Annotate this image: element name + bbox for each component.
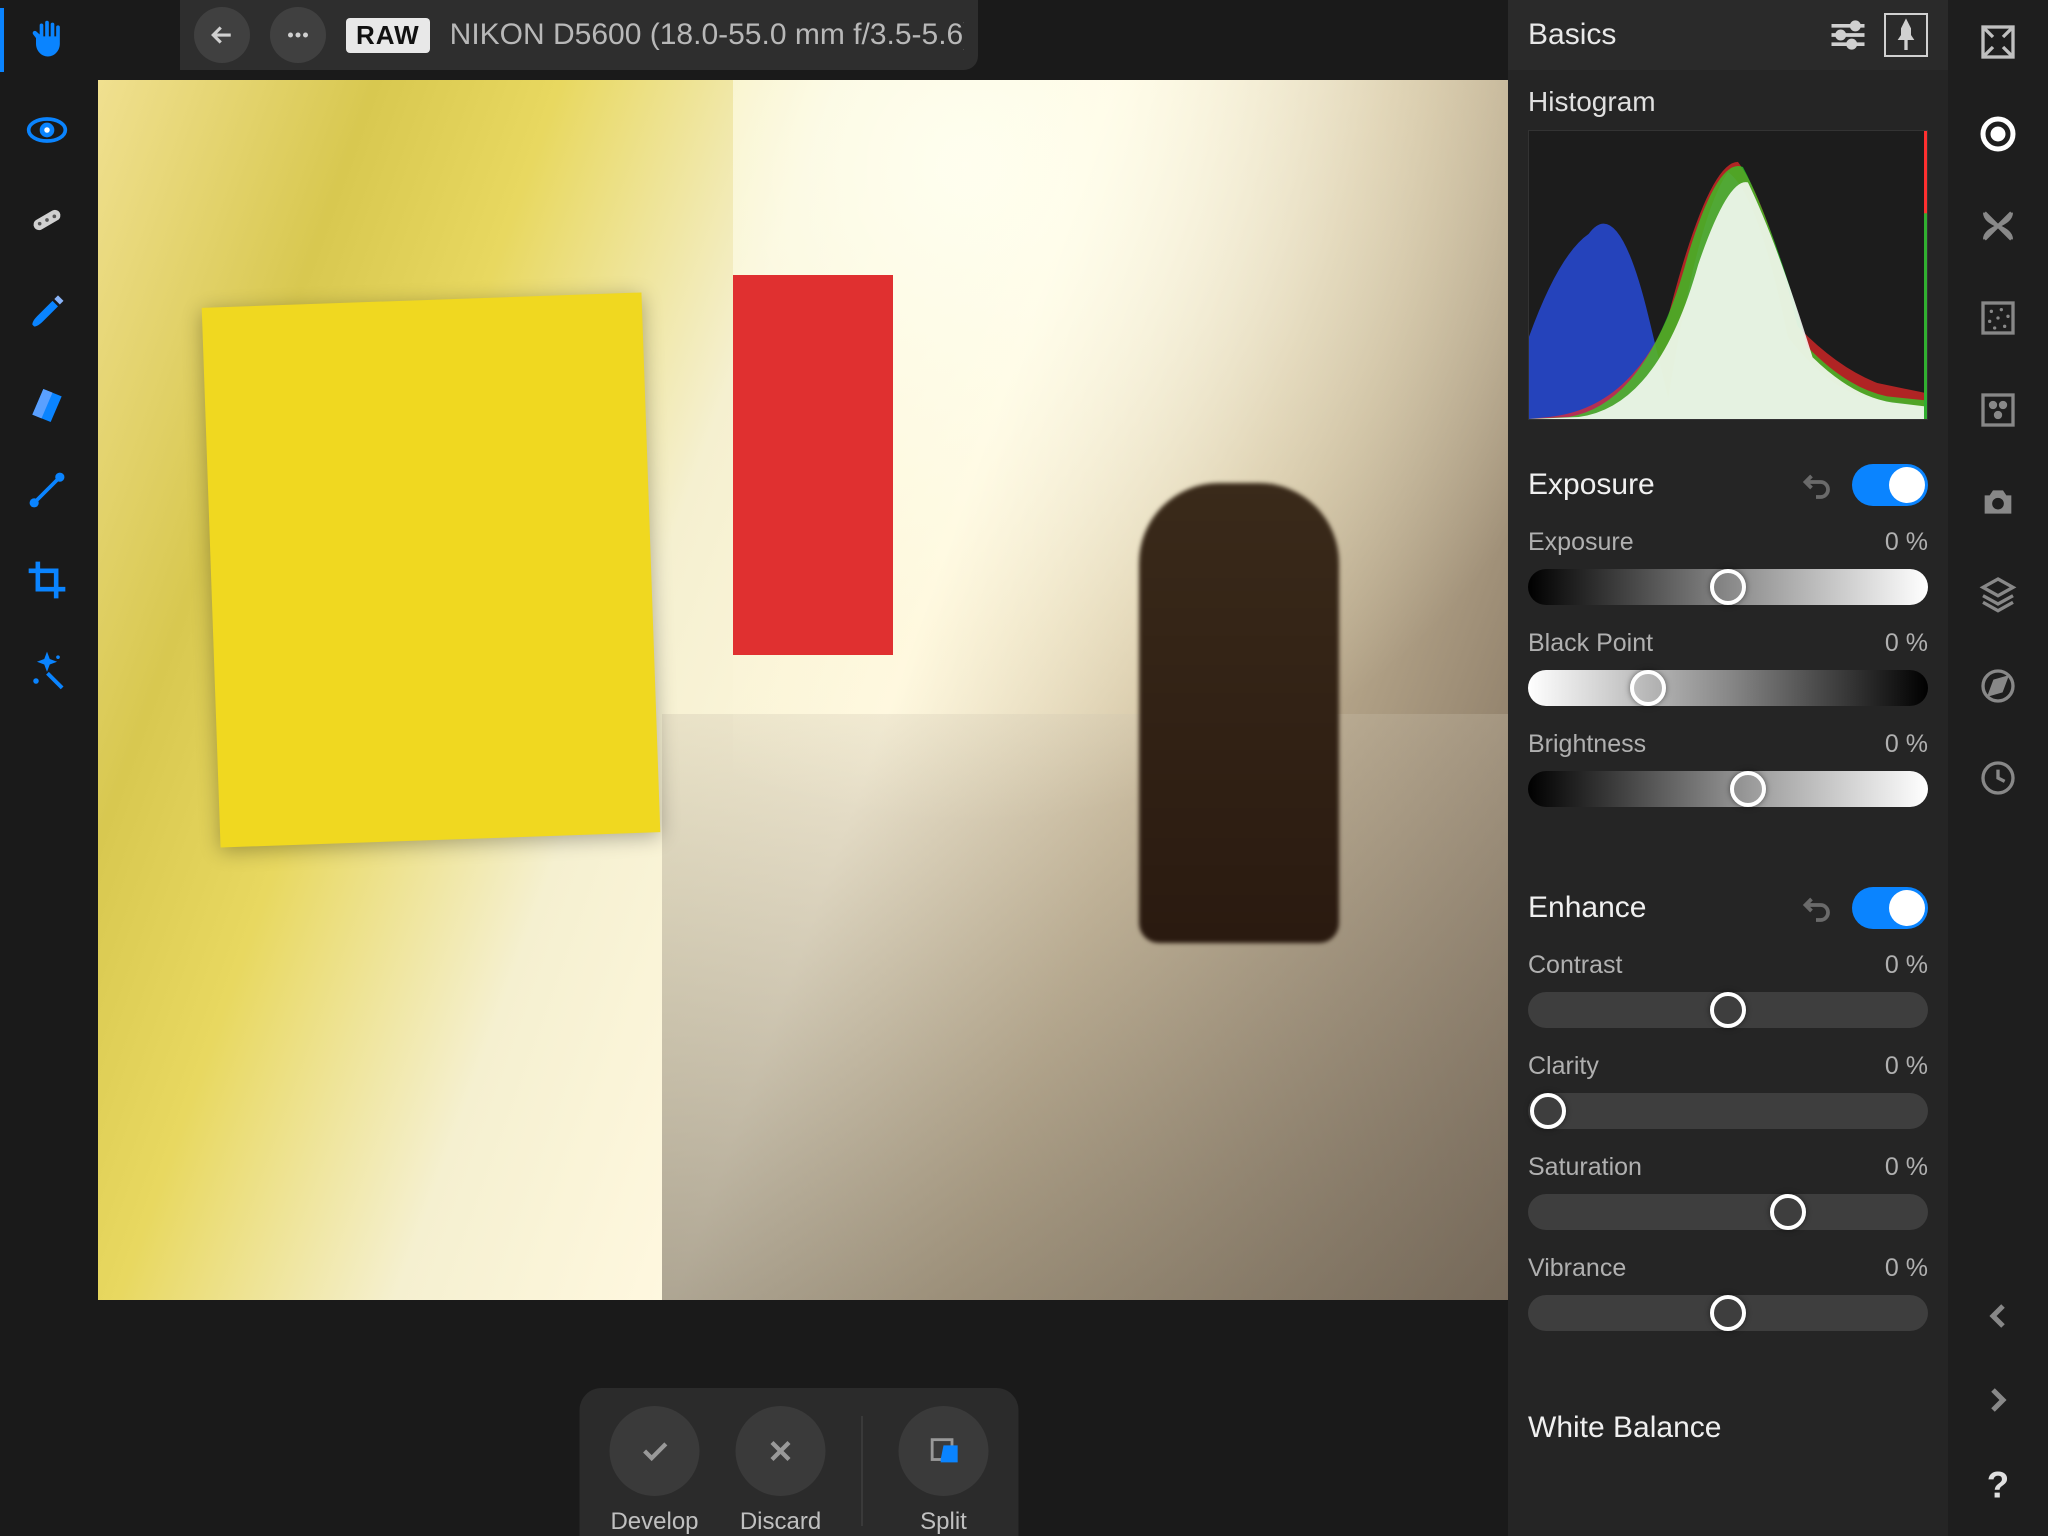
image-metadata: NIKON D5600 (18.0-55.0 mm f/3.5-5.6) - I… bbox=[450, 18, 964, 52]
vibrance-slider[interactable]: Vibrance 0 % bbox=[1508, 1250, 1948, 1351]
clarity-slider[interactable]: Clarity 0 % bbox=[1508, 1048, 1948, 1149]
undo-icon[interactable] bbox=[1976, 1294, 2020, 1338]
channels-icon[interactable] bbox=[1976, 388, 2020, 432]
gradient-tool[interactable] bbox=[19, 462, 75, 518]
whitebalance-group-header: White Balance bbox=[1508, 1387, 1948, 1445]
blackpoint-value: 0 % bbox=[1885, 629, 1928, 658]
contrast-label: Contrast bbox=[1528, 951, 1622, 980]
image-viewport[interactable] bbox=[98, 80, 1508, 1300]
exposure-group-title: Exposure bbox=[1528, 468, 1798, 502]
panel-header: Basics bbox=[1508, 0, 1948, 70]
enhance-group-title: Enhance bbox=[1528, 891, 1798, 925]
crop-tool[interactable] bbox=[19, 552, 75, 608]
enhance-group-header: Enhance bbox=[1508, 863, 1948, 947]
exposure-label: Exposure bbox=[1528, 528, 1634, 557]
histogram-label: Histogram bbox=[1508, 70, 1948, 130]
raw-badge: RAW bbox=[346, 18, 430, 53]
brightness-label: Brightness bbox=[1528, 730, 1646, 759]
canvas-area: RAW NIKON D5600 (18.0-55.0 mm f/3.5-5.6)… bbox=[90, 0, 1508, 1536]
action-divider bbox=[862, 1416, 863, 1526]
svg-text:?: ? bbox=[1987, 1464, 2009, 1504]
heal-tool[interactable] bbox=[19, 192, 75, 248]
mesh-icon[interactable] bbox=[1976, 204, 2020, 248]
navigator-icon[interactable] bbox=[1976, 664, 2020, 708]
discard-button[interactable] bbox=[736, 1406, 826, 1496]
help-icon[interactable]: ? bbox=[1976, 1462, 2020, 1506]
contrast-slider[interactable]: Contrast 0 % bbox=[1508, 947, 1948, 1048]
clarity-value: 0 % bbox=[1885, 1052, 1928, 1081]
blackpoint-slider[interactable]: Black Point 0 % bbox=[1508, 625, 1948, 726]
contrast-value: 0 % bbox=[1885, 951, 1928, 980]
exposure-reset-icon[interactable] bbox=[1798, 467, 1834, 503]
overlay-paint-tool[interactable] bbox=[19, 372, 75, 428]
noise-icon[interactable] bbox=[1976, 296, 2020, 340]
studio-toolbar: ? bbox=[1948, 0, 2048, 1536]
histogram[interactable] bbox=[1528, 130, 1928, 420]
split-label: Split bbox=[920, 1508, 967, 1536]
develop-button[interactable] bbox=[610, 1406, 700, 1496]
clarity-label: Clarity bbox=[1528, 1052, 1599, 1081]
discard-label: Discard bbox=[740, 1508, 821, 1536]
exposure-slider[interactable]: Exposure 0 % bbox=[1508, 524, 1948, 625]
adjustments-studio-icon[interactable] bbox=[1976, 112, 2020, 156]
exposure-toggle[interactable] bbox=[1852, 464, 1928, 506]
develop-label: Develop bbox=[610, 1508, 698, 1536]
header-bar: RAW NIKON D5600 (18.0-55.0 mm f/3.5-5.6)… bbox=[180, 0, 978, 70]
redeye-tool[interactable] bbox=[19, 102, 75, 158]
saturation-slider[interactable]: Saturation 0 % bbox=[1508, 1149, 1948, 1250]
redo-icon[interactable] bbox=[1976, 1378, 2020, 1422]
layers-icon[interactable] bbox=[1976, 572, 2020, 616]
enhance-toggle[interactable] bbox=[1852, 887, 1928, 929]
camera-icon[interactable] bbox=[1976, 480, 2020, 524]
blackpoint-label: Black Point bbox=[1528, 629, 1653, 658]
wand-tool[interactable] bbox=[19, 642, 75, 698]
enhance-reset-icon[interactable] bbox=[1798, 890, 1834, 926]
hand-tool[interactable] bbox=[19, 12, 75, 68]
paint-tool[interactable] bbox=[19, 282, 75, 338]
panel-title: Basics bbox=[1528, 18, 1812, 52]
back-button[interactable] bbox=[194, 7, 250, 63]
saturation-value: 0 % bbox=[1885, 1153, 1928, 1182]
vibrance-value: 0 % bbox=[1885, 1254, 1928, 1283]
exposure-group-header: Exposure bbox=[1508, 440, 1948, 524]
vibrance-label: Vibrance bbox=[1528, 1254, 1626, 1283]
split-button[interactable] bbox=[899, 1406, 989, 1496]
panel-sliders-icon[interactable] bbox=[1826, 13, 1870, 57]
brightness-value: 0 % bbox=[1885, 730, 1928, 759]
action-bar: Develop Discard Split bbox=[580, 1388, 1019, 1536]
more-button[interactable] bbox=[270, 7, 326, 63]
saturation-label: Saturation bbox=[1528, 1153, 1642, 1182]
adjustments-panel: Basics Histogram bbox=[1508, 0, 1948, 1536]
brightness-slider[interactable]: Brightness 0 % bbox=[1508, 726, 1948, 827]
panel-pin-icon[interactable] bbox=[1884, 13, 1928, 57]
fullscreen-icon[interactable] bbox=[1976, 20, 2020, 64]
exposure-value: 0 % bbox=[1885, 528, 1928, 557]
history-icon[interactable] bbox=[1976, 756, 2020, 800]
left-toolbar bbox=[0, 0, 90, 1536]
whitebalance-group-title: White Balance bbox=[1528, 1411, 1928, 1445]
